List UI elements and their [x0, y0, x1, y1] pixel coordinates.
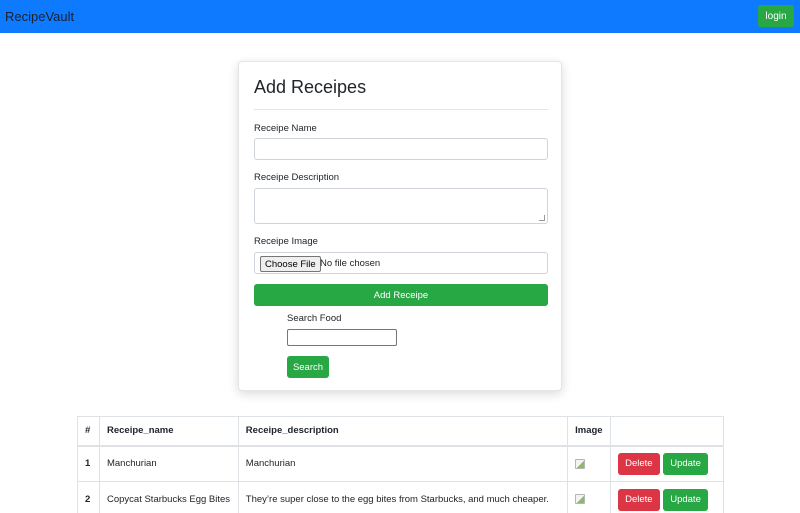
recipe-image-file-input[interactable]: Choose File No file chosen — [254, 252, 548, 274]
column-header-name: Receipe_name — [98, 416, 239, 447]
recipe-description-textarea[interactable] — [254, 188, 548, 224]
table-row: 2 Copycat Starbucks Egg Bites They’re su… — [77, 481, 724, 513]
recipe-image-cell — [567, 445, 612, 482]
update-button[interactable]: Update — [663, 488, 708, 511]
actions-cell: Delete Update — [610, 445, 724, 482]
table-header-row: # Receipe_name Receipe_description Image — [77, 416, 724, 447]
recipe-description-cell: Manchurian — [237, 445, 569, 482]
resize-handle-icon[interactable] — [539, 215, 545, 221]
recipe-name-cell: Copycat Starbucks Egg Bites — [98, 481, 239, 513]
delete-button[interactable]: Delete — [618, 488, 660, 511]
broken-image-icon — [575, 494, 586, 505]
recipe-name-cell: Manchurian — [98, 445, 239, 482]
row-number: 1 — [77, 445, 100, 482]
recipe-description-label: Receipe Description — [254, 172, 340, 183]
recipe-description-cell: They’re super close to the egg bites fro… — [237, 481, 569, 513]
divider — [254, 109, 548, 110]
actions-cell: Delete Update — [610, 481, 724, 513]
recipe-image-cell — [567, 481, 612, 513]
add-recipe-button[interactable]: Add Receipe — [254, 284, 548, 306]
choose-file-button[interactable]: Choose File — [260, 256, 321, 272]
column-header-description: Receipe_description — [237, 416, 569, 447]
column-header-number: # — [77, 416, 100, 447]
recipes-table: # Receipe_name Receipe_description Image… — [77, 416, 724, 513]
table-row: 1 Manchurian Manchurian Delete Update — [77, 445, 724, 482]
search-input[interactable] — [287, 329, 397, 346]
recipe-image-label: Receipe Image — [254, 236, 318, 247]
login-button[interactable]: login — [758, 5, 794, 27]
recipe-name-input[interactable] — [254, 138, 548, 160]
delete-button[interactable]: Delete — [618, 452, 660, 475]
brand-logo[interactable]: RecipeVault — [5, 9, 74, 24]
add-recipe-card: Add Receipes Receipe Name Receipe Descri… — [238, 61, 562, 391]
recipe-name-label: Receipe Name — [254, 123, 317, 134]
file-status-text: No file chosen — [320, 258, 381, 269]
update-button[interactable]: Update — [663, 452, 708, 475]
row-number: 2 — [77, 481, 100, 513]
broken-image-icon — [575, 458, 586, 469]
search-button[interactable]: Search — [287, 356, 329, 378]
page-title: Add Receipes — [254, 77, 367, 97]
navbar: RecipeVault login — [0, 0, 800, 33]
column-header-image: Image — [567, 416, 612, 447]
column-header-actions — [610, 416, 724, 447]
search-food-label: Search Food — [287, 313, 342, 324]
